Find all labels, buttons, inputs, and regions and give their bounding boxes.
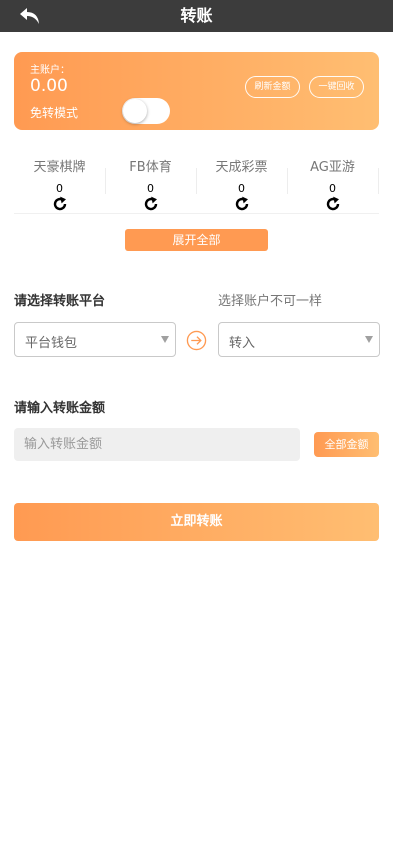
platform-item: 天豪棋牌 0 [14,150,105,214]
main-account-card: 主账户： 0.00 免转模式 刷新金额 一键回收 [14,52,379,130]
transfer-from-value: 平台钱包 [25,336,78,351]
transfer-from-select[interactable]: 平台钱包 [14,322,176,357]
platform-name: AG亚游 [310,160,355,175]
arrow-right-circle-icon[interactable] [186,330,207,351]
free-transfer-mode-label: 免转模式 [30,106,79,120]
all-amount-button[interactable]: 全部金额 [314,432,379,457]
refresh-amount-button[interactable]: 刷新金额 [245,76,300,98]
refresh-icon[interactable] [325,196,341,212]
platform-balance-list: 天豪棋牌 0 FB体育 0 天成彩票 0 AG亚游 0 [14,150,379,214]
page-title: 转账 [180,6,213,25]
platform-name: FB体育 [129,160,172,175]
refresh-icon[interactable] [234,196,250,212]
platform-name: 天豪棋牌 [33,160,86,175]
platform-balance: 0 [147,182,154,195]
refresh-icon[interactable] [52,196,68,212]
platform-item: 天成彩票 0 [196,150,287,214]
refresh-icon[interactable] [143,196,159,212]
amount-input[interactable] [14,428,300,461]
divider [378,168,379,194]
platform-balance: 0 [329,182,336,195]
amount-title: 请输入转账金额 [14,401,106,416]
main-account-amount: 0.00 [30,76,68,96]
free-transfer-toggle[interactable] [122,98,170,124]
dropdown-arrow-icon [365,336,373,343]
platform-item: AG亚游 0 [287,150,378,214]
select-platform-hint: 选择账户不可一样 [218,294,323,309]
header-bar: 转账 [0,0,393,32]
platform-balance: 0 [56,182,63,195]
platform-item: FB体育 0 [105,150,196,214]
platform-balance: 0 [238,182,245,195]
toggle-knob [123,99,147,123]
transfer-to-value: 转入 [229,336,256,351]
one-click-recall-button[interactable]: 一键回收 [309,76,364,98]
platform-name: 天成彩票 [215,160,268,175]
dropdown-arrow-icon [161,336,169,343]
expand-all-button[interactable]: 展开全部 [125,229,268,251]
select-platform-title: 请选择转账平台 [14,294,106,309]
main-account-label: 主账户： [30,65,70,76]
transfer-now-button[interactable]: 立即转账 [14,503,379,541]
transfer-to-select[interactable]: 转入 [218,322,380,357]
